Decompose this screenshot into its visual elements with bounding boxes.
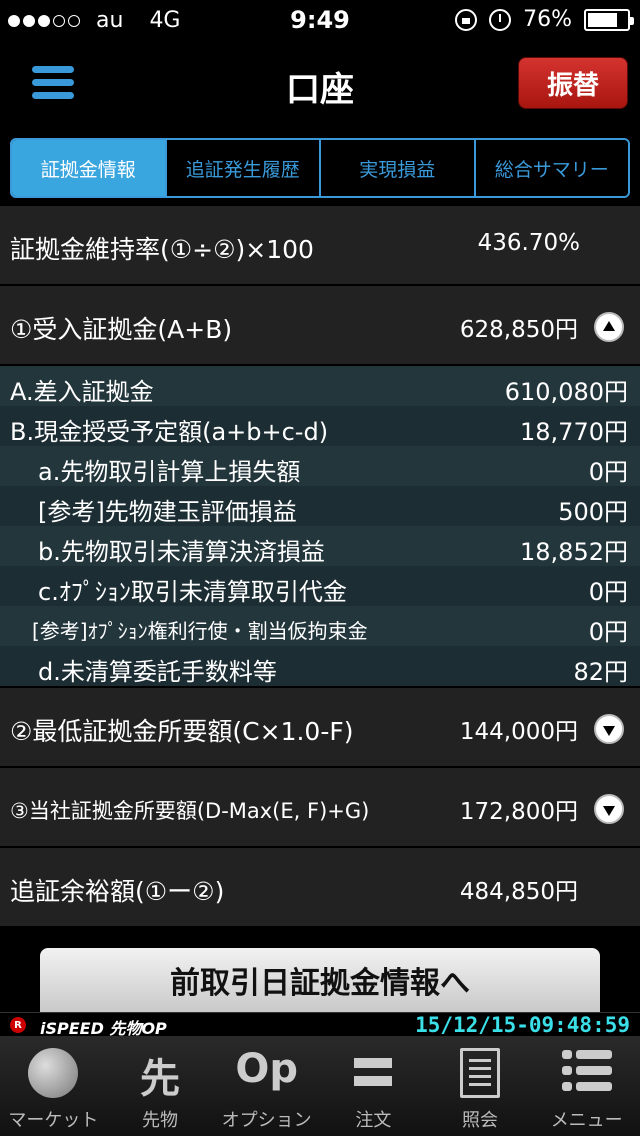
tab-margin-call-history[interactable]: 追証発生履歴 bbox=[166, 140, 321, 196]
maintenance-ratio-label: 証拠金維持率(①÷②)×100 bbox=[10, 235, 314, 264]
rotation-lock-icon bbox=[455, 8, 478, 31]
received-margin-label: ①受入証拠金(A+B) bbox=[10, 315, 233, 344]
detail-value: 0円 bbox=[588, 618, 628, 646]
tabbar-label: オプション bbox=[221, 1110, 312, 1131]
maintenance-ratio-row: 証拠金維持率(①÷②)×100 436.70% bbox=[0, 206, 640, 286]
tabbar-item-inquiry[interactable]: 照会 bbox=[427, 1036, 534, 1136]
collapse-up-icon[interactable] bbox=[594, 312, 624, 342]
status-bar: au 4G 9:49 76% bbox=[0, 0, 640, 40]
minimum-margin-value: 144,000円 bbox=[459, 719, 578, 745]
company-margin-label: ③当社証拠金所要額(D-Max(E, F)+G) bbox=[10, 799, 370, 823]
nav-bar: 口座 振替 bbox=[0, 40, 640, 130]
order-arrows-icon bbox=[348, 1048, 398, 1094]
maintenance-ratio-value: 436.70% bbox=[477, 230, 580, 256]
update-timestamp: 15/12/15-09:48:59 bbox=[415, 1013, 630, 1037]
received-margin-details: A.差入証拠金 610,080円 B.現金授受予定額(a+b+c-d) 18,7… bbox=[0, 366, 640, 686]
expand-down-icon[interactable] bbox=[594, 794, 624, 824]
detail-label: d.未清算委託手数料等 bbox=[38, 658, 277, 686]
bottom-tab-bar: マーケット 先 先物 Op オプション 注文 照会 メニュー bbox=[0, 1036, 640, 1136]
detail-label: A.差入証拠金 bbox=[10, 378, 154, 406]
detail-label: c.ｵﾌﾟｼｮﾝ取引未清算取引代金 bbox=[38, 578, 347, 606]
detail-value: 18,852円 bbox=[520, 538, 628, 566]
tabbar-item-market[interactable]: マーケット bbox=[0, 1036, 107, 1136]
tab-margin-info[interactable]: 証拠金情報 bbox=[12, 140, 167, 196]
detail-row-a-sub: a.先物取引計算上損失額 0円 bbox=[0, 446, 640, 486]
futures-icon: 先 bbox=[140, 1056, 180, 1102]
detail-row-b-sub: b.先物取引未清算決済損益 18,852円 bbox=[0, 526, 640, 566]
detail-row-d-sub: d.未清算委託手数料等 82円 bbox=[0, 646, 640, 686]
rakuten-logo-icon: R bbox=[10, 1017, 26, 1033]
tabbar-item-order[interactable]: 注文 bbox=[320, 1036, 427, 1136]
tabbar-label: 照会 bbox=[462, 1110, 499, 1131]
minimum-margin-label: ②最低証拠金所要額(C×1.0-F) bbox=[10, 717, 354, 746]
minimum-margin-row[interactable]: ②最低証拠金所要額(C×1.0-F) 144,000円 bbox=[0, 688, 640, 768]
detail-label: B.現金授受予定額(a+b+c-d) bbox=[10, 418, 329, 446]
detail-label: [参考]ｵﾌﾟｼｮﾝ権利行使・割当仮拘束金 bbox=[32, 619, 368, 643]
alarm-icon bbox=[489, 8, 512, 31]
detail-row-a: A.差入証拠金 610,080円 bbox=[0, 366, 640, 406]
detail-label: a.先物取引計算上損失額 bbox=[38, 458, 301, 486]
margin-info-panel: 証拠金維持率(①÷②)×100 436.70% ①受入証拠金(A+B) 628,… bbox=[0, 206, 640, 928]
company-margin-value: 172,800円 bbox=[459, 799, 578, 825]
tabbar-item-option[interactable]: Op オプション bbox=[213, 1036, 320, 1136]
document-icon bbox=[460, 1048, 501, 1098]
detail-label: [参考]先物建玉評価損益 bbox=[38, 498, 297, 526]
detail-row-b: B.現金授受予定額(a+b+c-d) 18,770円 bbox=[0, 406, 640, 446]
detail-value: 0円 bbox=[588, 578, 628, 606]
detail-row-ref-option: [参考]ｵﾌﾟｼｮﾝ権利行使・割当仮拘束金 0円 bbox=[0, 606, 640, 646]
detail-label: b.先物取引未清算決済損益 bbox=[38, 538, 325, 566]
battery-percent: 76% bbox=[523, 7, 572, 32]
tabbar-item-futures[interactable]: 先 先物 bbox=[107, 1036, 214, 1136]
detail-value: 0円 bbox=[588, 458, 628, 486]
option-icon: Op bbox=[235, 1046, 298, 1092]
globe-icon bbox=[28, 1048, 79, 1098]
company-margin-row[interactable]: ③当社証拠金所要額(D-Max(E, F)+G) 172,800円 bbox=[0, 768, 640, 848]
detail-value: 82円 bbox=[573, 658, 628, 686]
detail-row-c-sub: c.ｵﾌﾟｼｮﾝ取引未清算取引代金 0円 bbox=[0, 566, 640, 606]
detail-value: 610,080円 bbox=[504, 378, 628, 406]
battery-icon bbox=[584, 8, 634, 31]
tabbar-label: 先物 bbox=[142, 1110, 178, 1131]
margin-surplus-row: 追証余裕額(①ー②) 484,850円 bbox=[0, 848, 640, 928]
tabbar-label: メニュー bbox=[550, 1110, 623, 1131]
expand-down-icon[interactable] bbox=[594, 714, 624, 744]
tab-summary[interactable]: 総合サマリー bbox=[475, 140, 628, 196]
detail-row-ref-futures: [参考]先物建玉評価損益 500円 bbox=[0, 486, 640, 526]
tab-realized-pl[interactable]: 実現損益 bbox=[321, 140, 476, 196]
tabbar-label: マーケット bbox=[8, 1110, 99, 1131]
app-banner: R iSPEED 先物OP 15/12/15-09:48:59 bbox=[0, 1012, 640, 1038]
tabbar-label: 注文 bbox=[355, 1110, 392, 1131]
received-margin-row[interactable]: ①受入証拠金(A+B) 628,850円 bbox=[0, 286, 640, 366]
received-margin-value: 628,850円 bbox=[459, 317, 578, 343]
transfer-button[interactable]: 振替 bbox=[518, 57, 628, 109]
tabbar-item-menu[interactable]: メニュー bbox=[533, 1036, 640, 1136]
previous-day-margin-button[interactable]: 前取引日証拠金情報へ bbox=[40, 948, 600, 1012]
menu-list-icon bbox=[561, 1048, 612, 1094]
margin-surplus-value: 484,850円 bbox=[459, 879, 578, 905]
segment-tabs: 証拠金情報 追証発生履歴 実現損益 総合サマリー bbox=[10, 138, 630, 198]
detail-value: 500円 bbox=[558, 498, 628, 526]
detail-value: 18,770円 bbox=[520, 418, 628, 446]
margin-surplus-label: 追証余裕額(①ー②) bbox=[10, 877, 225, 906]
